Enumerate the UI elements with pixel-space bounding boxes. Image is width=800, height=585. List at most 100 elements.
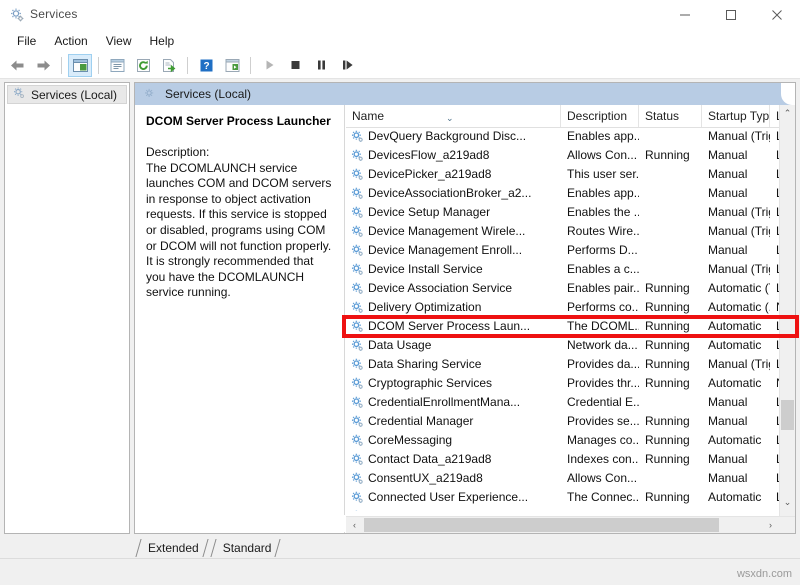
menu-action[interactable]: Action xyxy=(45,32,96,50)
cell-description: Provides thr... xyxy=(567,376,639,390)
cell-description: Allows Con... xyxy=(567,148,638,162)
detail-panel-scroll-area xyxy=(137,515,346,532)
table-row[interactable]: ConsentUX_a219ad8Allows Con...ManualLo xyxy=(346,469,795,488)
cell-description: The Connec... xyxy=(567,490,639,504)
pause-icon[interactable] xyxy=(309,54,333,77)
back-button[interactable] xyxy=(5,54,29,77)
list-horizontal-scrollbar[interactable]: ‹ › xyxy=(346,516,795,533)
cell-status xyxy=(639,260,702,279)
stop-icon[interactable] xyxy=(283,54,307,77)
cell-startup: Automatic xyxy=(708,433,762,447)
table-row[interactable]: Device Management Enroll... Performs D...… xyxy=(346,241,795,260)
cell-name: Device Management Wirele... xyxy=(368,224,526,238)
cell-description: Provides da... xyxy=(567,357,639,371)
cell-startup: Automatic xyxy=(708,338,762,352)
table-row[interactable]: DCOM Server Process Laun... The DCOML... R… xyxy=(346,317,795,336)
help-question-icon[interactable]: ? xyxy=(194,54,218,77)
table-row[interactable]: Device Install Service Enables a c... Manu… xyxy=(346,260,795,279)
table-row[interactable]: Data Sharing Service Provides da... Runnin… xyxy=(346,355,795,374)
cell-description: Enables pair... xyxy=(567,281,639,295)
cell-status: Running xyxy=(645,357,690,371)
scroll-right-arrow-icon[interactable]: › xyxy=(762,517,779,533)
table-row[interactable]: Data UsageNetwork da...RunningAutomaticL… xyxy=(346,336,795,355)
table-row[interactable]: DevQuery Background Disc... Enables app..… xyxy=(346,127,795,146)
description-label: Description: xyxy=(146,145,210,159)
cell-name: ConsentUX_a219ad8 xyxy=(368,471,483,485)
cell-startup: Manual (Trig... xyxy=(708,129,770,143)
table-row[interactable]: CoreMessaging Manages co... Running Automat… xyxy=(346,431,795,450)
properties-icon[interactable] xyxy=(105,54,129,77)
restart-icon[interactable] xyxy=(335,54,359,77)
table-row[interactable]: DeviceAssociationBroker_a2... Enables app… xyxy=(346,184,795,203)
cell-description: Performs co... xyxy=(567,300,639,314)
cell-startup: Manual xyxy=(708,452,748,466)
cell-description: Provides se... xyxy=(567,414,639,428)
tree-node-label: Services (Local) xyxy=(31,87,118,102)
menu-help[interactable]: Help xyxy=(141,32,184,50)
cell-name: Credential Manager xyxy=(368,414,474,428)
refresh-icon[interactable] xyxy=(131,54,155,77)
tree-node-services-local[interactable]: Services (Local) xyxy=(7,85,127,104)
table-row[interactable]: Connected User Experience... The Connec..… xyxy=(346,488,795,507)
table-row[interactable]: Credential Manager Provides se... Running M… xyxy=(346,412,795,431)
table-row[interactable]: Device Management Wirele... Routes Wire..… xyxy=(346,222,795,241)
cell-name: DevicesFlow_a219ad8 xyxy=(368,148,490,162)
tab-standard-label: Standard xyxy=(222,541,272,555)
cell-startup: Automatic xyxy=(708,490,762,504)
cell-name: CoreMessaging xyxy=(368,433,453,447)
forward-button[interactable] xyxy=(31,54,55,77)
table-row[interactable]: Cryptographic Services Provides thr... Run… xyxy=(346,374,795,393)
cell-description: Allows Con... xyxy=(567,471,638,485)
table-row[interactable]: CredentialEnrollmentMana... Credential E.… xyxy=(346,393,795,412)
minimize-button[interactable] xyxy=(662,0,708,30)
table-row[interactable]: Delivery Optimization Performs co... Runni… xyxy=(346,298,795,317)
cell-description: Indexes con... xyxy=(567,452,639,466)
cell-status xyxy=(639,469,702,488)
cell-startup: Manual xyxy=(708,395,748,409)
tab-slash-left xyxy=(135,539,142,557)
horizontal-scroll-thumb[interactable] xyxy=(364,518,719,532)
list-vertical-scrollbar[interactable]: ⌃ ⌄ xyxy=(779,105,795,533)
tab-standard[interactable]: Standard xyxy=(208,539,282,557)
table-row[interactable]: Connected Devices Platfor...This user se… xyxy=(346,507,795,511)
table-row[interactable]: DevicePicker_a219ad8 This user ser... Manu… xyxy=(346,165,795,184)
svg-text:?: ? xyxy=(203,61,209,72)
pane-header-label: Services (Local) xyxy=(165,87,252,101)
action-pane-icon[interactable] xyxy=(220,54,244,77)
cell-name: Device Management Enroll... xyxy=(368,243,523,257)
column-header-description[interactable]: Description xyxy=(561,105,639,127)
cell-status xyxy=(639,184,702,203)
services-window: Services File Action View Help ? Service… xyxy=(0,0,800,585)
column-header-startup-type[interactable]: Startup Type xyxy=(702,105,770,127)
maximize-button[interactable] xyxy=(708,0,754,30)
export-list-icon[interactable] xyxy=(157,54,181,77)
cell-status xyxy=(639,241,702,260)
tab-extended[interactable]: Extended xyxy=(134,539,209,557)
table-row[interactable]: Device Association Service Enables pair..… xyxy=(346,279,795,298)
table-row[interactable]: Contact Data_a219ad8 Indexes con... Runnin… xyxy=(346,450,795,469)
column-header-name[interactable]: Name ⌄ xyxy=(346,105,561,127)
table-row[interactable]: Device Setup Manager Enables the ... Manua… xyxy=(346,203,795,222)
column-header-status[interactable]: Status xyxy=(639,105,702,127)
table-row[interactable]: DevicesFlow_a219ad8 Allows Con... Running M… xyxy=(346,146,795,165)
cell-status xyxy=(639,203,702,222)
menu-view[interactable]: View xyxy=(97,32,141,50)
services-gear-icon xyxy=(9,7,25,23)
cell-startup: Manual xyxy=(708,186,748,200)
cell-name: Device Association Service xyxy=(368,281,513,295)
close-button[interactable] xyxy=(754,0,800,30)
scroll-down-arrow-icon[interactable]: ⌄ xyxy=(780,494,795,511)
cell-status: Running xyxy=(645,490,690,504)
cell-startup: Manual xyxy=(708,471,748,485)
cell-status: Running xyxy=(639,507,702,511)
cell-status: Running xyxy=(645,319,690,333)
scroll-up-arrow-icon[interactable]: ⌃ xyxy=(780,105,795,122)
vertical-scroll-thumb[interactable] xyxy=(781,400,794,430)
menu-file[interactable]: File xyxy=(8,32,45,50)
console-tree-icon[interactable] xyxy=(68,53,92,77)
cell-status xyxy=(639,222,702,241)
pane-header-curve xyxy=(781,83,795,105)
services-list-rows: DevQuery Background Disc... Enables app..… xyxy=(346,127,795,511)
cell-description: Enables app... xyxy=(567,186,639,200)
scroll-left-arrow-icon[interactable]: ‹ xyxy=(346,517,363,533)
